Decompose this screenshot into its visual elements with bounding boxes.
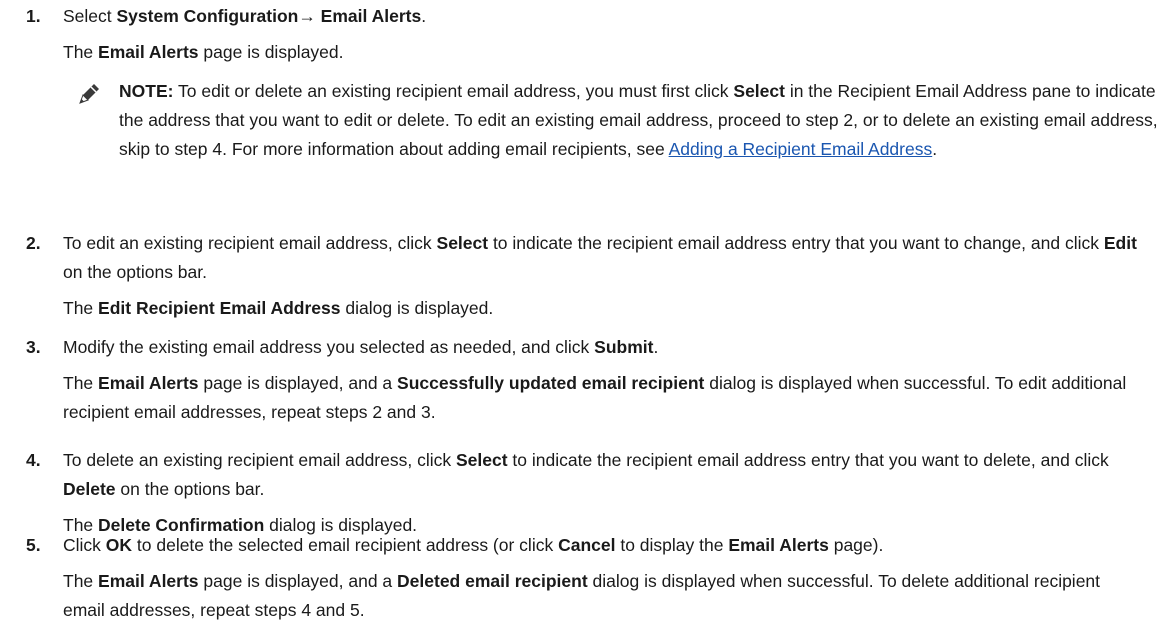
step-number: 1. (26, 6, 41, 26)
step-result: The Email Alerts page is displayed, and … (63, 571, 1101, 620)
step-number: 4. (26, 450, 41, 470)
step-instruction: Click OK to delete the selected email re… (63, 535, 884, 555)
menu-path: System Configuration→ Email Alerts (116, 6, 422, 26)
step-5: 5. Click OK to delete the selected email… (0, 531, 1164, 625)
step-2: 2. To edit an existing recipient email a… (0, 229, 1164, 323)
note-text: NOTE: To edit or delete an existing reci… (119, 81, 1158, 159)
document-page: 1. Select System Configuration→ Email Al… (0, 0, 1164, 636)
adding-recipient-link[interactable]: Adding a Recipient Email Address (669, 139, 933, 159)
step-instruction: Select System Configuration→ Email Alert… (63, 6, 427, 26)
step-3: 3. Modify the existing email address you… (0, 333, 1164, 427)
step-1: 1. Select System Configuration→ Email Al… (0, 2, 1164, 164)
step-number: 5. (26, 535, 41, 555)
step-result: The Email Alerts page is displayed. (63, 42, 344, 62)
step-number: 3. (26, 337, 41, 357)
step-instruction: Modify the existing email address you se… (63, 337, 659, 357)
step-result: The Edit Recipient Email Address dialog … (63, 298, 494, 318)
step-number: 2. (26, 233, 41, 253)
step-4: 4. To delete an existing recipient email… (0, 446, 1164, 540)
step-result: The Email Alerts page is displayed, and … (63, 373, 1127, 422)
note-box: NOTE: To edit or delete an existing reci… (63, 77, 1164, 164)
step-instruction: To edit an existing recipient email addr… (63, 233, 1137, 282)
step-instruction: To delete an existing recipient email ad… (63, 450, 1109, 499)
pencil-icon (79, 84, 99, 104)
note-label: NOTE: (119, 81, 174, 101)
